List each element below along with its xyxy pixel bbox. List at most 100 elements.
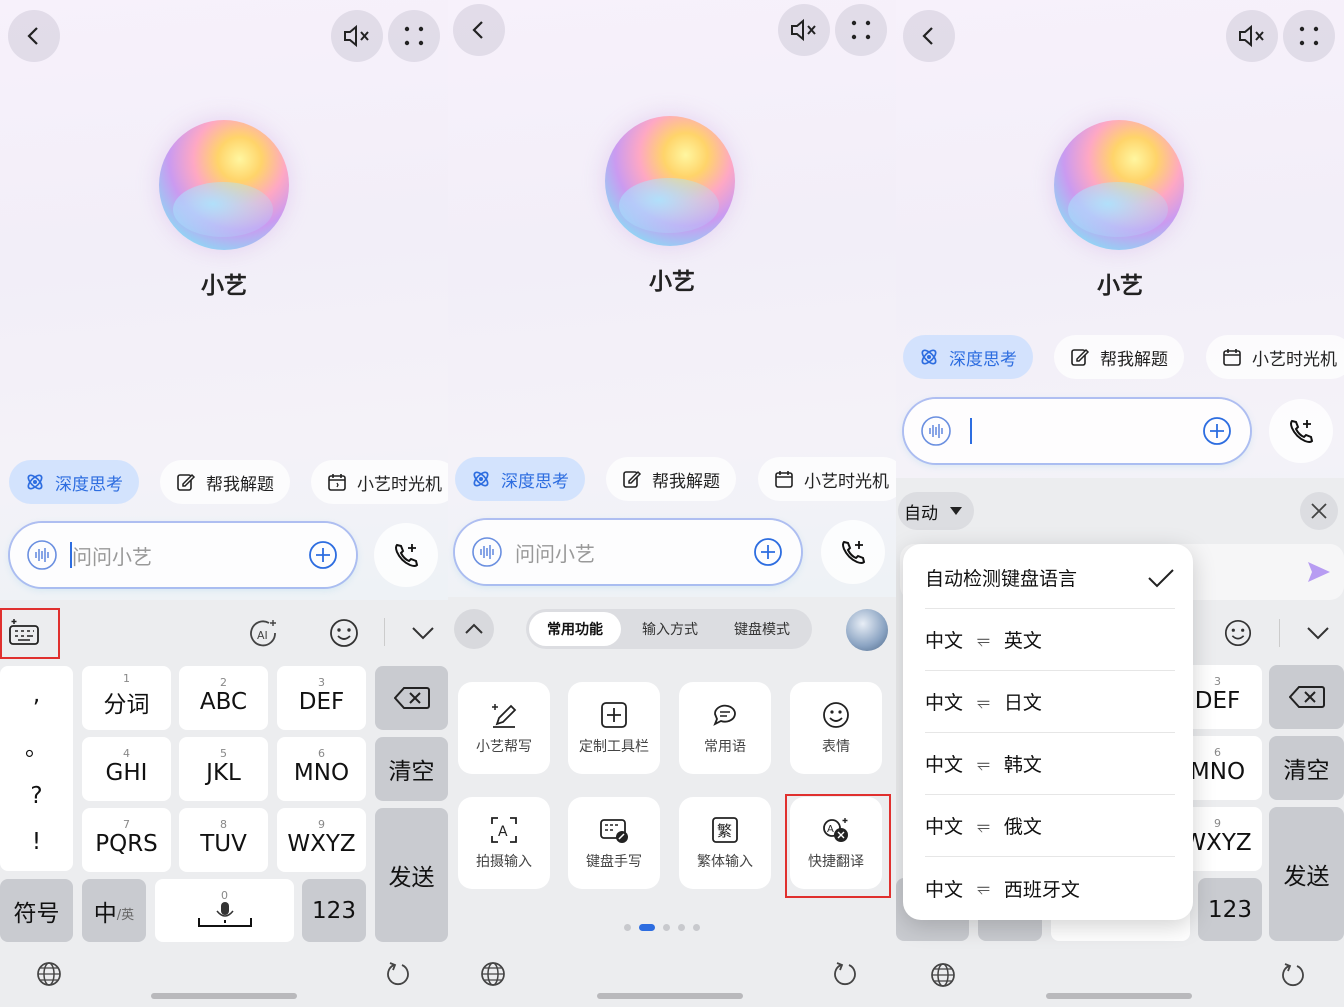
send-arrow-icon[interactable] — [1306, 560, 1332, 584]
call-button[interactable] — [821, 520, 885, 584]
ask-input[interactable]: 问问小艺 — [455, 520, 801, 584]
key-6[interactable]: 6 MNO — [277, 737, 366, 801]
globe-icon[interactable] — [36, 961, 62, 987]
menu-item-zh-es[interactable]: 中文 ⥫ 西班牙文 — [925, 857, 1175, 919]
number-key[interactable]: 123 — [302, 879, 366, 942]
collapse-button[interactable] — [454, 609, 494, 649]
tile-custom-toolbar[interactable]: 定制工具栏 — [568, 682, 660, 774]
rotate-icon[interactable] — [1281, 962, 1307, 988]
text-cursor — [970, 418, 972, 444]
menu-item-zh-ko[interactable]: 中文 ⥫ 韩文 — [925, 733, 1175, 795]
calendar-icon — [775, 471, 793, 488]
grid-dots-icon — [1299, 26, 1319, 46]
ai-rewrite-icon[interactable]: AI — [247, 618, 281, 648]
atom-icon — [921, 349, 937, 365]
close-translate-button[interactable] — [1300, 492, 1338, 530]
space-key[interactable]: 0 — [155, 879, 294, 942]
emoji-icon[interactable] — [1223, 618, 1253, 648]
tile-label: 定制工具栏 — [579, 739, 649, 755]
plus-square-icon — [601, 702, 627, 728]
clear-key[interactable]: 清空 — [1269, 736, 1344, 800]
plus-circle-icon[interactable] — [753, 537, 783, 567]
mute-button[interactable] — [778, 4, 830, 56]
chip-deep-think[interactable]: 深度思考 — [455, 457, 585, 501]
lang-switch-key[interactable]: 中/英 — [82, 879, 146, 942]
clear-key[interactable]: 清空 — [375, 737, 448, 801]
punct-key[interactable]: ! — [32, 829, 41, 855]
chip-time-machine[interactable]: 小艺时光机 — [1206, 335, 1344, 379]
ask-input[interactable]: 问问小艺 — [10, 523, 356, 587]
back-button[interactable] — [8, 10, 60, 62]
rotate-icon[interactable] — [833, 961, 859, 987]
back-button[interactable] — [903, 10, 955, 62]
key-4[interactable]: 4 GHI — [82, 737, 171, 801]
send-key[interactable]: 发送 — [375, 808, 448, 942]
ask-input-focused[interactable] — [904, 399, 1250, 463]
tab-common[interactable]: 常用功能 — [529, 612, 621, 646]
menu-item-zh-en[interactable]: 中文 ⥫ 英文 — [925, 609, 1175, 671]
tile-traditional[interactable]: 繁 繁体输入 — [679, 797, 771, 889]
key-number: 6 — [1214, 746, 1221, 759]
tab-input-method[interactable]: 输入方式 — [624, 612, 716, 646]
chip-solve[interactable]: 帮我解题 — [160, 460, 290, 504]
menu-item-zh-ja[interactable]: 中文 ⥫ 日文 — [925, 671, 1175, 733]
rotate-icon[interactable] — [386, 961, 412, 987]
chip-time-machine[interactable]: 小艺时光机 — [311, 460, 448, 504]
tile-phrases[interactable]: 常用语 — [679, 682, 771, 774]
tile-handwriting[interactable]: 键盘手写 — [568, 797, 660, 889]
mute-button[interactable] — [1226, 10, 1278, 62]
key-3[interactable]: 3 DEF — [277, 666, 366, 730]
plus-circle-icon[interactable] — [1202, 416, 1232, 446]
mute-button[interactable] — [331, 10, 383, 62]
key-1[interactable]: 1 分词 — [82, 666, 171, 730]
chip-solve[interactable]: 帮我解题 — [606, 457, 736, 501]
chip-deep-think[interactable]: 深度思考 — [9, 460, 139, 504]
send-key[interactable]: 发送 — [1269, 807, 1344, 941]
call-button[interactable] — [374, 523, 438, 587]
voice-wave-icon[interactable] — [920, 415, 952, 447]
menu-item-auto-detect[interactable]: 自动检测键盘语言 — [925, 547, 1175, 609]
punct-key[interactable]: ? — [30, 783, 42, 809]
more-button[interactable] — [835, 4, 887, 56]
globe-icon[interactable] — [930, 962, 956, 988]
plus-circle-icon[interactable] — [308, 540, 338, 570]
backspace-key[interactable] — [375, 666, 448, 730]
voice-wave-icon[interactable] — [26, 539, 58, 571]
menu-source-label: 中文 — [925, 692, 964, 714]
symbol-key[interactable]: 符号 — [0, 879, 73, 942]
voice-wave-icon[interactable] — [471, 536, 503, 568]
language-select[interactable]: 自动 — [898, 492, 974, 530]
chip-time-machine[interactable]: 小艺时光机 — [758, 457, 896, 501]
call-button[interactable] — [1269, 399, 1333, 463]
more-button[interactable] — [1283, 10, 1335, 62]
theme-avatar[interactable] — [846, 609, 888, 651]
chip-deep-think[interactable]: 深度思考 — [903, 335, 1033, 379]
chevron-down-icon[interactable] — [411, 625, 435, 641]
key-9[interactable]: 9 WXYZ — [277, 808, 366, 872]
key-5[interactable]: 5 JKL — [179, 737, 268, 801]
tile-camera-input[interactable]: A 拍摄输入 — [458, 797, 550, 889]
punct-key[interactable]: 。 — [25, 728, 48, 762]
key-number: 3 — [318, 676, 325, 689]
backspace-key[interactable] — [1269, 665, 1344, 729]
menu-item-zh-ru[interactable]: 中文 ⥫ 俄文 — [925, 795, 1175, 857]
more-button[interactable] — [388, 10, 440, 62]
tile-xiaoyi-write[interactable]: 小艺帮写 — [458, 682, 550, 774]
key-number: 9 — [1214, 817, 1221, 830]
emoji-icon[interactable] — [328, 617, 360, 649]
key-number: 7 — [123, 818, 130, 831]
chip-solve[interactable]: 帮我解题 — [1054, 335, 1184, 379]
key-2[interactable]: 2 ABC — [179, 666, 268, 730]
chevron-down-icon[interactable] — [1306, 625, 1330, 641]
globe-icon[interactable] — [480, 961, 506, 987]
divider — [1279, 619, 1280, 647]
tab-keyboard-mode[interactable]: 键盘模式 — [716, 612, 808, 646]
assistant-name: 小艺 — [201, 273, 247, 299]
key-7[interactable]: 7 PQRS — [82, 808, 171, 872]
back-button[interactable] — [453, 4, 505, 56]
number-key[interactable]: 123 — [1198, 878, 1262, 941]
key-8[interactable]: 8 TUV — [179, 808, 268, 872]
punct-key[interactable]: , — [33, 682, 40, 708]
tile-emoji[interactable]: 表情 — [790, 682, 882, 774]
key-label: 123 — [1208, 896, 1252, 923]
